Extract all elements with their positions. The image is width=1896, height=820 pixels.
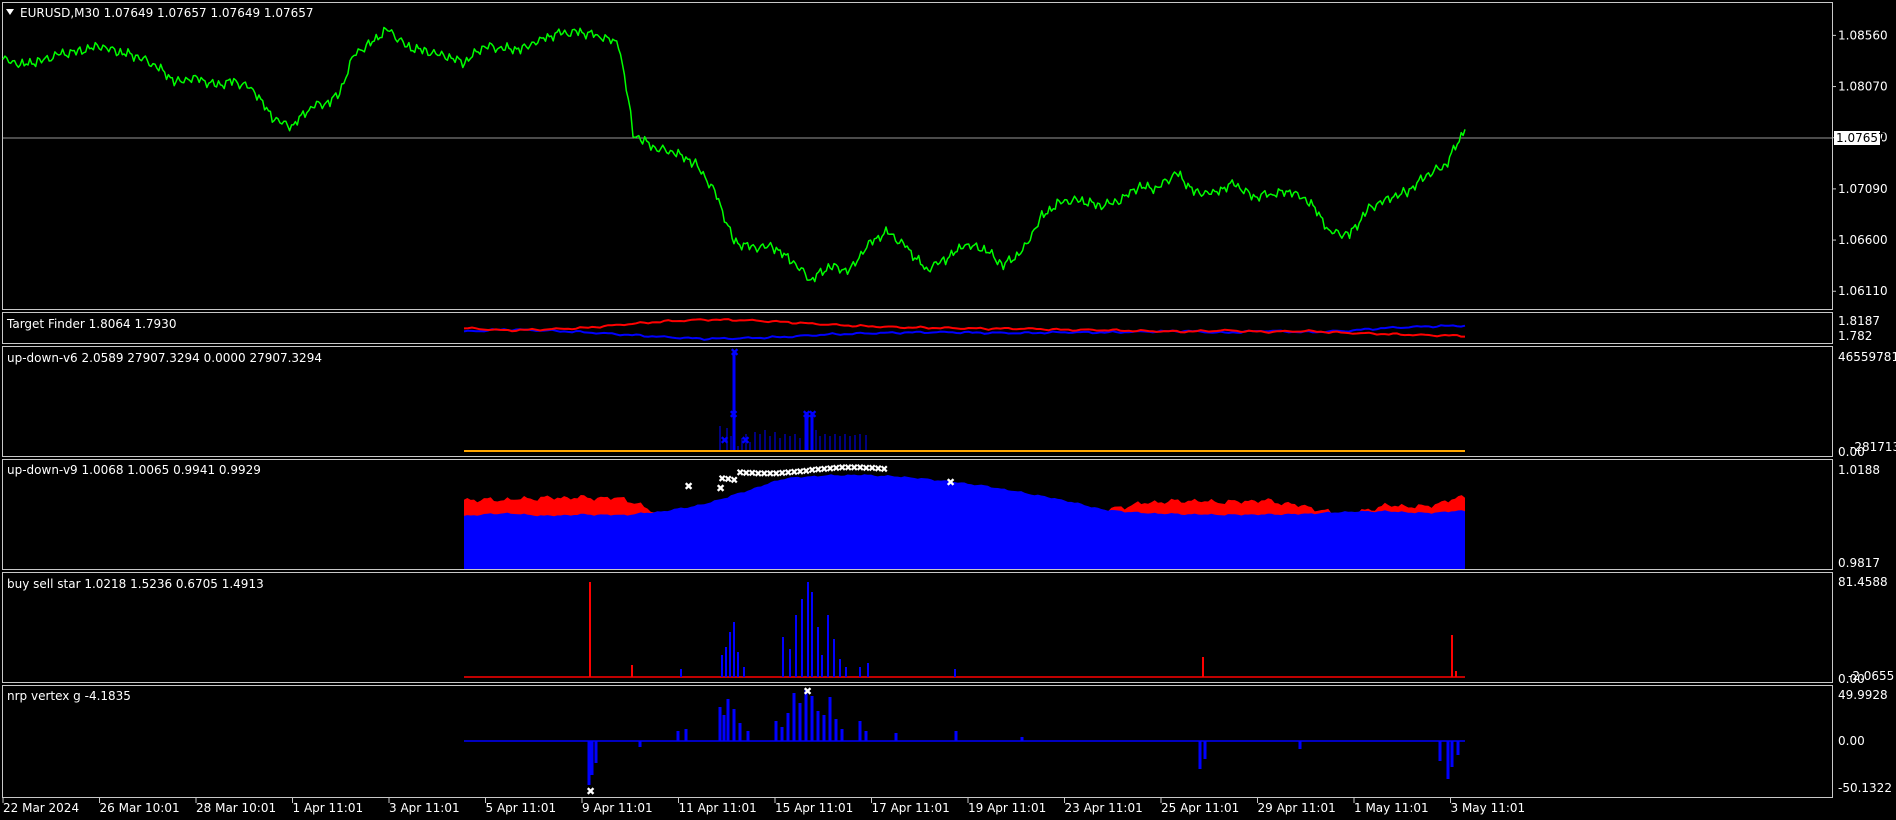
- up-down-v9-marker-icon: ✖: [716, 482, 725, 495]
- up-down-v9-marker-icon: ✖: [946, 476, 955, 489]
- up-down-v6-marker-icon: ✖: [730, 346, 739, 359]
- price-tick-label: 1.06600: [1838, 233, 1888, 247]
- target-finder-tick-high: 1.8187: [1838, 314, 1880, 328]
- time-tick-label: 28 Mar 10:01: [196, 801, 276, 815]
- time-tick-label: 22 Mar 2024: [3, 801, 79, 815]
- up-down-v6-marker-icon: ✖: [741, 434, 750, 447]
- time-tick-label: 1 May 11:01: [1354, 801, 1429, 815]
- nrp-vertex-g-tick-high: 49.9928: [1838, 688, 1888, 702]
- time-tick-label: 15 Apr 11:01: [775, 801, 853, 815]
- buy-sell-star-tick-low: -2.0655: [1848, 669, 1894, 683]
- up-down-v6-marker-icon: ✖: [720, 434, 729, 447]
- price-tick-label: 1.08070: [1838, 80, 1888, 94]
- time-tick-label: 11 Apr 11:01: [679, 801, 757, 815]
- time-tick-label: 19 Apr 11:01: [968, 801, 1046, 815]
- up-down-v6-marker-icon: ✖: [729, 408, 738, 421]
- time-tick-label: 23 Apr 11:01: [1065, 801, 1143, 815]
- time-tick-label: 9 Apr 11:01: [582, 801, 653, 815]
- target-finder-title: Target Finder 1.8064 1.7930: [6, 317, 176, 331]
- nrp-vertex-g-marker-icon: ✖: [586, 785, 595, 798]
- time-tick-label: 25 Apr 11:01: [1161, 801, 1239, 815]
- time-tick-label: 29 Apr 11:01: [1258, 801, 1336, 815]
- time-tick-label: 3 May 11:01: [1451, 801, 1526, 815]
- time-tick-label: 26 Mar 10:01: [100, 801, 180, 815]
- up-down-v9-title: up-down-v9 1.0068 1.0065 0.9941 0.9929: [7, 463, 261, 477]
- time-tick-label: 17 Apr 11:01: [872, 801, 950, 815]
- up-down-v9-tick-high: 1.0188: [1838, 463, 1880, 477]
- current-price-label: 1.07657: [1836, 131, 1886, 145]
- up-down-v9-marker-icon: ✖: [880, 465, 888, 476]
- nrp-vertex-g-title: nrp vertex g -4.1835: [7, 689, 131, 703]
- time-tick-label: 3 Apr 11:01: [389, 801, 460, 815]
- buy-sell-star-tick-high: 81.4588: [1838, 575, 1888, 589]
- up-down-v6-marker-icon: ✖: [808, 408, 817, 421]
- chart-canvas[interactable]: 1.085601.080701.075801.070901.066001.061…: [0, 0, 1896, 820]
- price-tick-label: 1.06110: [1838, 284, 1888, 298]
- up-down-v6-title: up-down-v6 2.0589 27907.3294 0.0000 2790…: [7, 351, 322, 365]
- nrp-vertex-g-tick-zero: 0.00: [1838, 734, 1865, 748]
- nrp-vertex-g-tick-low: -50.1322: [1838, 781, 1892, 795]
- buy-sell-star-title: buy sell star 1.0218 1.5236 0.6705 1.491…: [7, 577, 264, 591]
- up-down-v9-marker-icon: ✖: [684, 480, 693, 493]
- nrp-vertex-g-marker-icon: ✖: [803, 685, 812, 698]
- target-finder-tick-low: 1.782: [1838, 329, 1872, 343]
- up-down-v9-tick-low: 0.9817: [1838, 556, 1880, 570]
- up-down-v6-tick-low: -2817132.4: [1850, 440, 1896, 454]
- up-down-v6-tick-high: 46559781.: [1838, 350, 1896, 364]
- main-pane-title: EURUSD,M30 1.07649 1.07657 1.07649 1.076…: [20, 6, 314, 20]
- price-tick-label: 1.08560: [1838, 28, 1888, 42]
- time-tick-label: 5 Apr 11:01: [486, 801, 557, 815]
- time-tick-label: 1 Apr 11:01: [293, 801, 364, 815]
- price-tick-label: 1.07090: [1838, 182, 1888, 196]
